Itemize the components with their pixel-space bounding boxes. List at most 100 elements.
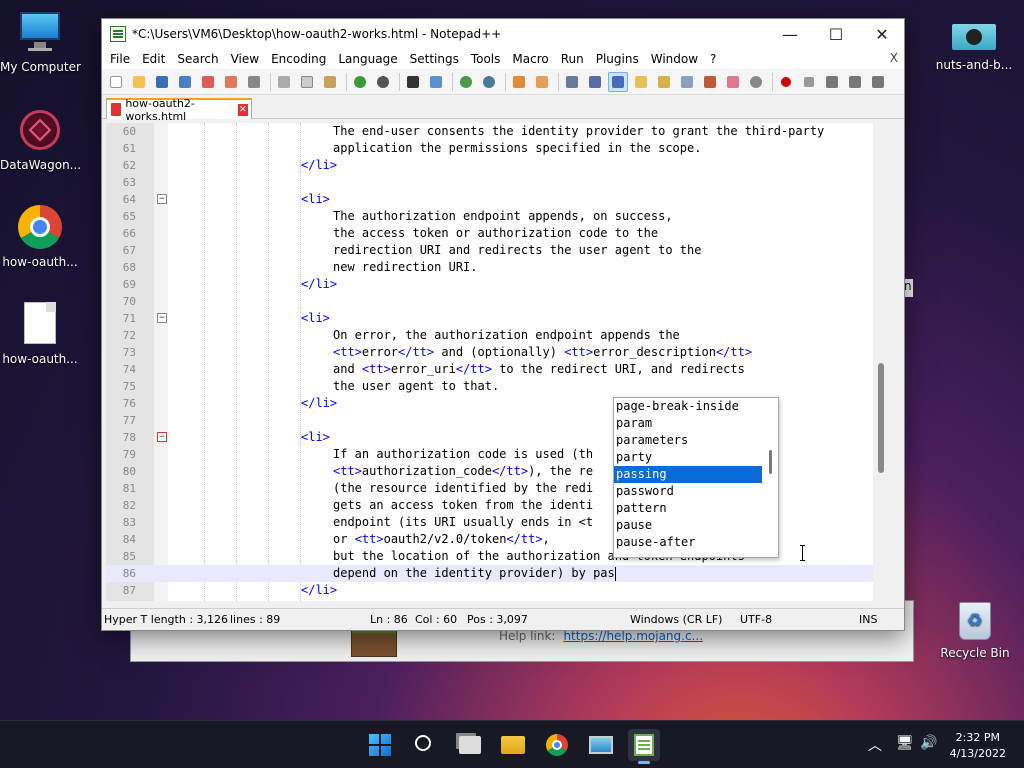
autocomplete-item[interactable]: party <box>614 449 762 466</box>
status-insert-mode[interactable]: INS <box>859 613 877 626</box>
network-icon[interactable]: 🖥 <box>896 735 914 751</box>
remote-desktop-button[interactable] <box>585 729 617 761</box>
line-number: 62 <box>122 159 136 172</box>
show-hidden-icons-button[interactable]: ︿ <box>868 735 882 755</box>
open-file-button[interactable] <box>129 72 149 92</box>
status-encoding[interactable]: UTF-8 <box>740 613 772 626</box>
code-text: <li> <box>301 430 330 444</box>
menu-encoding[interactable]: Encoding <box>265 52 332 66</box>
save-macro-button[interactable] <box>868 72 888 92</box>
code-text: On error, the authorization endpoint app… <box>333 328 680 342</box>
file-explorer-button[interactable] <box>497 729 529 761</box>
status-lines: lines : 89 <box>230 613 281 626</box>
save-all-button[interactable] <box>175 72 195 92</box>
menu-settings[interactable]: Settings <box>404 52 465 66</box>
desktop-icon-nuts-and-bolts[interactable]: nuts-and-b... <box>934 24 1014 72</box>
desktop-icon-chrome[interactable]: how-oauth... <box>0 205 80 269</box>
status-eol[interactable]: Windows (CR LF) <box>630 613 722 626</box>
close-all-button[interactable] <box>221 72 241 92</box>
save-button[interactable] <box>152 72 172 92</box>
function-list-button[interactable] <box>700 72 720 92</box>
help-link-label: Help link: <box>499 629 556 643</box>
menu-plugins[interactable]: Plugins <box>590 52 645 66</box>
menu-edit[interactable]: Edit <box>136 52 171 66</box>
sync-vertical-button[interactable] <box>509 72 529 92</box>
cut-button[interactable] <box>274 72 294 92</box>
task-view-button[interactable] <box>454 729 486 761</box>
fold-toggle-icon[interactable]: − <box>157 432 167 442</box>
close-document-button[interactable]: X <box>890 51 898 65</box>
undo-button[interactable] <box>350 72 370 92</box>
sync-horizontal-button[interactable] <box>532 72 552 92</box>
stop-macro-button[interactable] <box>799 72 819 92</box>
autocomplete-scrollbar[interactable] <box>769 450 772 474</box>
chrome-taskbar-button[interactable] <box>541 729 573 761</box>
minimize-button[interactable]: — <box>767 19 813 49</box>
desktop-icon-html-file[interactable]: how-oauth... <box>0 302 80 366</box>
menu-macro[interactable]: Macro <box>506 52 554 66</box>
menu-file[interactable]: File <box>104 52 136 66</box>
title-bar[interactable]: *C:\Users\VM6\Desktop\how-oauth2-works.h… <box>102 19 904 49</box>
close-file-button[interactable] <box>198 72 218 92</box>
autocomplete-item[interactable]: passing <box>614 466 762 483</box>
menu-search[interactable]: Search <box>171 52 224 66</box>
find-button[interactable] <box>403 72 423 92</box>
line-number: 73 <box>122 346 136 359</box>
maximize-button[interactable]: ☐ <box>813 19 859 49</box>
close-file-icon <box>202 75 214 88</box>
vertical-scrollbar[interactable] <box>873 123 890 601</box>
help-link[interactable]: https://help.mojang.c... <box>563 629 703 643</box>
fold-toggle-icon[interactable]: − <box>157 313 167 323</box>
menu-help[interactable]: ? <box>704 52 722 66</box>
autocomplete-item[interactable]: param <box>614 415 762 432</box>
tab-how-oauth2-works[interactable]: how-oauth2-works.html ✕ <box>106 97 252 123</box>
autocomplete-item[interactable]: page-break-inside <box>614 398 762 415</box>
line-number: 70 <box>122 295 136 308</box>
code-text: </li> <box>301 583 338 597</box>
close-button[interactable]: ✕ <box>859 19 905 49</box>
replace-button[interactable] <box>426 72 446 92</box>
code-line: 62 </li> <box>106 157 886 174</box>
autocomplete-list[interactable]: page-break-inside param parameters party pas… <box>613 397 779 558</box>
menu-tools[interactable]: Tools <box>465 52 507 66</box>
menu-language[interactable]: Language <box>332 52 403 66</box>
folder-workspace-button[interactable] <box>723 72 743 92</box>
paste-button[interactable] <box>320 72 340 92</box>
fold-toggle-icon[interactable]: − <box>157 194 167 204</box>
notepadpp-taskbar-button[interactable] <box>628 729 660 764</box>
desktop-icon-datawagon[interactable]: DataWagon... <box>0 108 81 172</box>
doc-list-button[interactable] <box>677 72 697 92</box>
monitoring-button[interactable] <box>746 72 766 92</box>
search-button[interactable] <box>409 729 441 761</box>
show-all-chars-button[interactable] <box>585 72 605 92</box>
system-clock[interactable]: 2:32 PM 4/13/2022 <box>950 730 1006 762</box>
autocomplete-item[interactable]: password <box>614 483 762 500</box>
play-macro-button[interactable] <box>822 72 842 92</box>
start-button[interactable] <box>364 729 396 761</box>
menu-window[interactable]: Window <box>645 52 704 66</box>
menu-view[interactable]: View <box>225 52 265 66</box>
volume-icon[interactable]: 🔊 <box>920 735 937 751</box>
tab-close-icon[interactable]: ✕ <box>237 103 248 116</box>
scrollbar-thumb[interactable] <box>878 363 884 473</box>
print-button[interactable] <box>244 72 264 92</box>
word-wrap-button[interactable] <box>562 72 582 92</box>
copy-button[interactable] <box>297 72 317 92</box>
new-file-button[interactable] <box>106 72 126 92</box>
run-macro-multiple-button[interactable] <box>845 72 865 92</box>
record-macro-button[interactable] <box>776 72 796 92</box>
zoom-out-button[interactable] <box>479 72 499 92</box>
udl-button[interactable] <box>631 72 651 92</box>
autocomplete-item[interactable]: parameters <box>614 432 762 449</box>
desktop-icon-my-computer[interactable]: My Computer <box>0 10 81 74</box>
autocomplete-item[interactable]: pattern <box>614 500 762 517</box>
zoom-in-button[interactable] <box>456 72 476 92</box>
autocomplete-item[interactable]: pause <box>614 517 762 534</box>
autocomplete-item[interactable]: pause-after <box>614 534 762 551</box>
indent-guide-button[interactable] <box>608 71 628 92</box>
menu-run[interactable]: Run <box>555 52 590 66</box>
desktop-icon-recycle-bin[interactable]: ♻ Recycle Bin <box>935 596 1015 660</box>
notepadpp-window[interactable]: *C:\Users\VM6\Desktop\how-oauth2-works.h… <box>101 18 905 631</box>
doc-map-button[interactable] <box>654 72 674 92</box>
redo-button[interactable] <box>373 72 393 92</box>
